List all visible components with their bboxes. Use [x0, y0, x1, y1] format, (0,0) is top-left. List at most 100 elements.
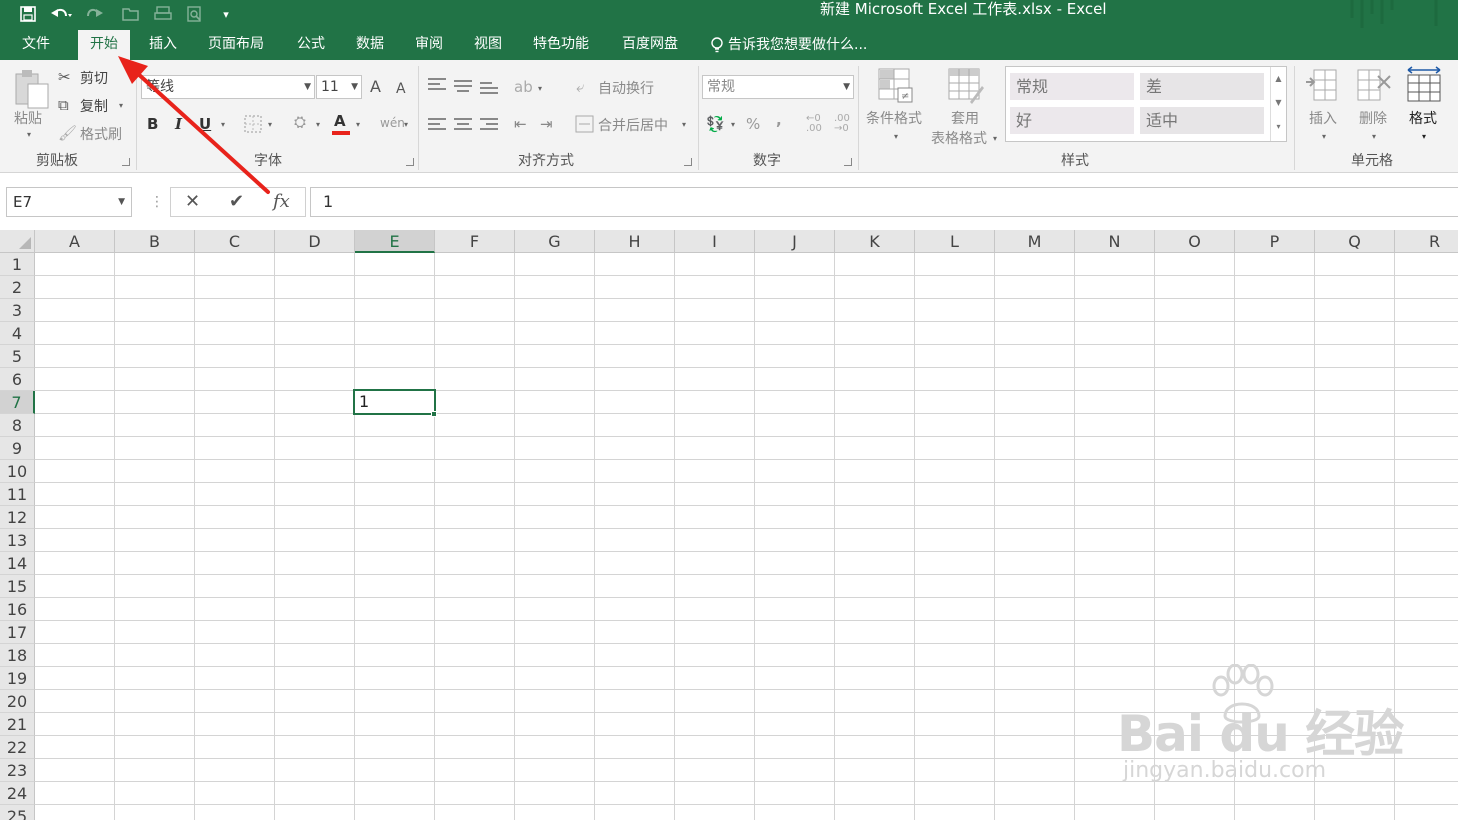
- font-size-box[interactable]: 11 ▼: [316, 75, 362, 99]
- column-header-c[interactable]: C: [195, 230, 275, 253]
- format-cells-button[interactable]: 格式: [1409, 108, 1437, 128]
- print-icon[interactable]: [154, 4, 172, 24]
- tab-insert[interactable]: 插入: [145, 30, 181, 60]
- column-header-i[interactable]: I: [675, 230, 755, 253]
- conditional-formatting-button[interactable]: 条件格式: [866, 108, 922, 128]
- paste-icon[interactable]: [12, 68, 52, 110]
- row-header-18[interactable]: 18: [0, 644, 35, 667]
- column-header-a[interactable]: A: [35, 230, 115, 253]
- fill-color-dropdown-icon[interactable]: ▾: [316, 120, 320, 129]
- border-dropdown-icon[interactable]: ▾: [268, 120, 272, 129]
- increase-indent-icon[interactable]: ⇥: [540, 114, 553, 134]
- orientation-dropdown-icon[interactable]: ▾: [538, 84, 542, 93]
- customize-qat-icon[interactable]: ▾: [218, 4, 234, 24]
- align-left-icon[interactable]: [428, 118, 446, 134]
- row-header-25[interactable]: 25: [0, 805, 35, 820]
- insert-cells-icon[interactable]: [1304, 68, 1340, 104]
- conditional-formatting-icon[interactable]: ≠: [878, 68, 914, 104]
- row-header-20[interactable]: 20: [0, 690, 35, 713]
- delete-cells-button[interactable]: 删除: [1359, 108, 1387, 128]
- phonetic-icon[interactable]: wén: [380, 113, 405, 133]
- active-cell-e7[interactable]: [353, 389, 436, 415]
- undo-icon[interactable]: [50, 4, 72, 24]
- insert-function-icon[interactable]: fx: [273, 188, 290, 216]
- wrap-text-button[interactable]: 自动换行: [598, 78, 654, 98]
- align-top-icon[interactable]: [428, 78, 446, 94]
- row-header-24[interactable]: 24: [0, 782, 35, 805]
- font-name-box[interactable]: 等线 ▼: [141, 75, 315, 99]
- copy-icon[interactable]: ⧉: [58, 95, 69, 115]
- number-format-box[interactable]: 常规 ▼: [702, 75, 854, 99]
- underline-dropdown-icon[interactable]: ▾: [221, 120, 225, 129]
- row-header-3[interactable]: 3: [0, 299, 35, 322]
- row-header-14[interactable]: 14: [0, 552, 35, 575]
- format-as-table-button-bottom[interactable]: 表格格式: [931, 128, 987, 148]
- row-header-2[interactable]: 2: [0, 276, 35, 299]
- decrease-decimal-icon[interactable]: .00 →0: [834, 114, 850, 134]
- table-format-dropdown-icon[interactable]: ▾: [993, 134, 997, 143]
- redo-icon[interactable]: [86, 4, 108, 24]
- row-header-4[interactable]: 4: [0, 322, 35, 345]
- cells-area[interactable]: [35, 253, 1458, 820]
- tab-home[interactable]: 开始: [78, 30, 130, 60]
- insert-dropdown-icon[interactable]: ▾: [1322, 132, 1326, 141]
- column-header-j[interactable]: J: [755, 230, 835, 253]
- row-header-8[interactable]: 8: [0, 414, 35, 437]
- font-color-button[interactable]: A: [332, 111, 352, 135]
- tab-file[interactable]: 文件: [18, 30, 54, 60]
- row-header-12[interactable]: 12: [0, 506, 35, 529]
- orientation-icon[interactable]: ab: [514, 77, 533, 97]
- column-header-d[interactable]: D: [275, 230, 355, 253]
- row-header-11[interactable]: 11: [0, 483, 35, 506]
- select-all-button[interactable]: [0, 230, 35, 253]
- font-launcher-icon[interactable]: [406, 158, 414, 166]
- column-header-q[interactable]: Q: [1315, 230, 1395, 253]
- row-header-9[interactable]: 9: [0, 437, 35, 460]
- column-header-h[interactable]: H: [595, 230, 675, 253]
- tab-data[interactable]: 数据: [352, 30, 388, 60]
- merge-center-button[interactable]: 合并后居中: [598, 115, 668, 135]
- align-bottom-icon[interactable]: [480, 82, 498, 98]
- cancel-icon[interactable]: ✕: [185, 188, 200, 216]
- column-header-g[interactable]: G: [515, 230, 595, 253]
- scissors-icon[interactable]: ✂: [58, 67, 71, 87]
- row-header-23[interactable]: 23: [0, 759, 35, 782]
- name-box[interactable]: E7 ▼: [6, 187, 132, 217]
- merge-center-icon[interactable]: [575, 115, 594, 133]
- gallery-more-icon[interactable]: ▾: [1271, 115, 1286, 139]
- chevron-up-icon[interactable]: ▲: [1271, 67, 1286, 91]
- format-painter-icon[interactable]: 🖌: [58, 123, 77, 143]
- row-header-16[interactable]: 16: [0, 598, 35, 621]
- underline-button[interactable]: U: [199, 114, 211, 134]
- gallery-scroll[interactable]: ▲ ▼ ▾: [1270, 67, 1286, 141]
- style-neutral[interactable]: 适中: [1140, 107, 1264, 134]
- decrease-indent-icon[interactable]: ⇤: [514, 114, 527, 134]
- column-header-k[interactable]: K: [835, 230, 915, 253]
- phonetic-dropdown-icon[interactable]: ▾: [404, 120, 408, 129]
- row-header-10[interactable]: 10: [0, 460, 35, 483]
- decrease-font-icon[interactable]: A: [396, 79, 406, 99]
- row-header-13[interactable]: 13: [0, 529, 35, 552]
- open-icon[interactable]: [122, 4, 140, 24]
- column-header-o[interactable]: O: [1155, 230, 1235, 253]
- column-header-l[interactable]: L: [915, 230, 995, 253]
- copy-dropdown-icon[interactable]: ▾: [119, 101, 123, 110]
- column-header-p[interactable]: P: [1235, 230, 1315, 253]
- row-header-5[interactable]: 5: [0, 345, 35, 368]
- row-header-7[interactable]: 7: [0, 391, 35, 414]
- copy-button[interactable]: 复制: [80, 96, 108, 116]
- fill-color-icon[interactable]: ⛭: [294, 112, 306, 132]
- row-header-15[interactable]: 15: [0, 575, 35, 598]
- format-as-table-icon[interactable]: [948, 68, 984, 104]
- column-header-e[interactable]: E: [355, 230, 435, 253]
- column-header-f[interactable]: F: [435, 230, 515, 253]
- column-header-b[interactable]: B: [115, 230, 195, 253]
- align-center-icon[interactable]: [454, 118, 472, 134]
- bold-button[interactable]: B: [147, 114, 158, 134]
- row-header-22[interactable]: 22: [0, 736, 35, 759]
- merge-dropdown-icon[interactable]: ▾: [682, 120, 686, 129]
- number-launcher-icon[interactable]: [844, 158, 852, 166]
- style-bad[interactable]: 差: [1140, 73, 1264, 100]
- conditional-dropdown-icon[interactable]: ▾: [894, 132, 898, 141]
- increase-decimal-icon[interactable]: ←0.00: [806, 114, 822, 134]
